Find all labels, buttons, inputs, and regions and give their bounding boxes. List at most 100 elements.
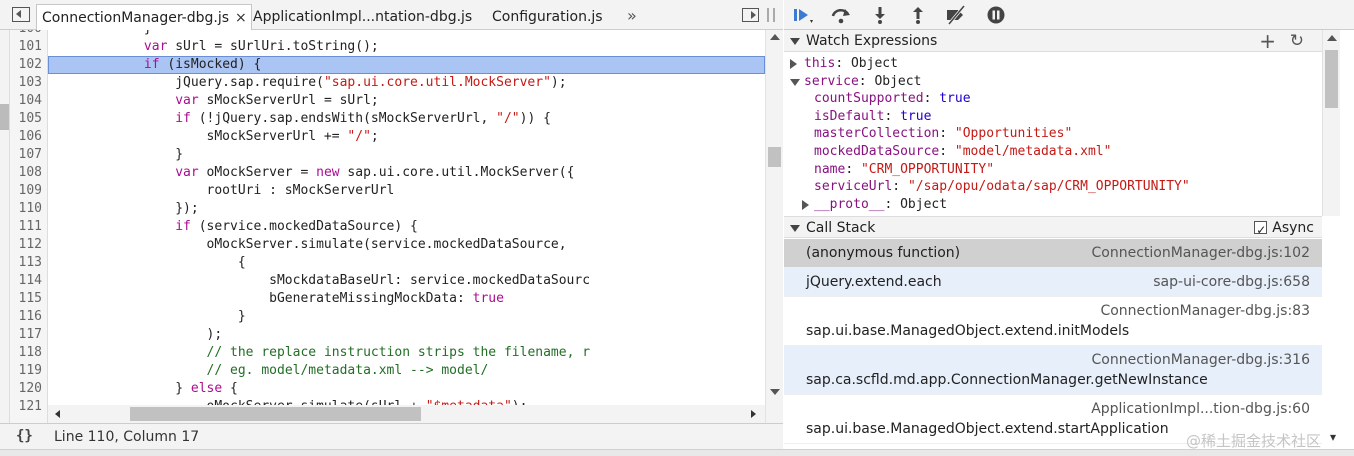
expand-triangle-icon[interactable] [802,199,809,210]
tab-connection-manager[interactable]: ConnectionManager-dbg.js × [36,4,252,30]
code-text: var oMockServer = new sap.ui.core.util.M… [175,165,575,180]
call-frame-location[interactable]: ApplicationImpl...tion-dbg.js:60 [1091,401,1310,417]
scroll-up-icon[interactable] [1327,35,1337,41]
resume-button[interactable] [790,5,814,25]
line-number[interactable]: 104 [10,92,42,110]
watch-expressions-header[interactable]: Watch Expressions + ↻ [784,30,1322,52]
call-frame-name: sap.ui.base.ManagedObject.extend.initMod… [806,323,1130,339]
line-number[interactable]: 121 [10,398,42,416]
line-number[interactable]: 119 [10,362,42,380]
property-name: service [804,73,859,89]
scroll-up-icon[interactable] [770,34,780,40]
code-text: } else { [50,381,238,396]
line-number[interactable]: 117 [10,326,42,344]
collapse-triangle-icon[interactable] [790,78,800,86]
scroll-down-icon[interactable] [770,389,780,395]
code-line: 103 jQuery.sap.require("sap.ui.core.util… [0,74,765,92]
scroll-thumb[interactable] [1325,50,1338,108]
step-into-button[interactable] [868,5,892,25]
line-number[interactable]: 100 [10,30,42,38]
call-frame-name: (anonymous function) [806,245,961,261]
toggle-navigator-icon[interactable] [12,7,30,22]
editor-status-bar: {} Line 110, Column 17 [0,423,783,449]
call-frame[interactable]: ConnectionManager-dbg.js:316 sap.ca.scfld… [784,346,1322,395]
watch-property-row[interactable]: __proto__: Object [802,196,947,214]
pause-on-exceptions-button[interactable] [984,5,1008,25]
code-line: 108 var oMockServer = new sap.ui.core.ut… [0,164,765,182]
code-text: }); [50,201,199,216]
refresh-watch-icon[interactable]: ↻ [1290,30,1304,52]
line-number[interactable]: 105 [10,110,42,128]
line-number[interactable]: 116 [10,308,42,326]
add-watch-icon[interactable]: + [1259,30,1276,52]
code-line: 116 } [0,308,765,326]
line-number[interactable]: 101 [10,38,42,56]
line-number[interactable]: 120 [10,380,42,398]
watch-property-row[interactable]: serviceUrl: "/sap/opu/odata/sap/CRM_OPPO… [814,178,1190,196]
line-number[interactable]: 118 [10,344,42,362]
line-number[interactable]: 111 [10,218,42,236]
call-frame-location[interactable]: ConnectionManager-dbg.js:83 [1100,303,1310,319]
toggle-debugger-pane-icon[interactable] [742,8,759,22]
code-text: } [50,309,246,324]
async-checkbox[interactable] [1254,219,1268,241]
code-line: 101 var sUrl = sUrlUri.toString(); [0,38,765,56]
watch-property-row[interactable]: this: Object [790,55,898,73]
line-number[interactable]: 114 [10,272,42,290]
call-frame[interactable]: sap-ui-core-dbg.js:658 jQuery.extend.each [784,268,1322,297]
watch-property-row[interactable]: countSupported: true [814,90,971,108]
code-line: 106 sMockServerUrl += "/"; [0,128,765,146]
scroll-right-icon[interactable] [751,410,756,418]
watch-property-row[interactable]: name: "CRM_OPPORTUNITY" [814,161,994,179]
code-line: 100 } [0,30,765,38]
tab-application-impl[interactable]: ApplicationImpl...ntation-dbg.js [253,4,472,30]
scroll-thumb[interactable] [130,407,421,421]
line-number[interactable]: 113 [10,254,42,272]
call-stack-header[interactable]: Call Stack Async [784,216,1322,241]
scroll-left-icon[interactable] [55,410,60,418]
scroll-thumb[interactable] [768,147,781,167]
more-tabs-icon[interactable]: » [627,4,637,30]
watch-vertical-scrollbar[interactable] [1322,30,1340,216]
close-tab-icon[interactable]: × [235,10,247,26]
call-frame[interactable]: ConnectionManager-dbg.js:102 (anonymous f… [784,239,1322,268]
tab-configuration[interactable]: Configuration.js [492,4,603,30]
call-frame-location[interactable]: ConnectionManager-dbg.js:316 [1092,352,1310,368]
section-title: Call Stack [806,220,876,236]
line-number[interactable]: 107 [10,146,42,164]
tab-label: ApplicationImpl...ntation-dbg.js [253,9,473,25]
line-number[interactable]: 115 [10,290,42,308]
watch-property-row[interactable]: isDefault: true [814,108,931,126]
property-value: Object [874,73,922,89]
pane-resize-grip-icon[interactable] [767,8,775,22]
line-number[interactable]: 106 [10,128,42,146]
watch-property-row[interactable]: masterCollection: "Opportunities" [814,125,1072,143]
step-over-button[interactable] [829,5,853,25]
deactivate-breakpoints-button[interactable] [944,5,968,25]
step-over-icon [831,8,850,24]
call-frame-location[interactable]: ConnectionManager-dbg.js:102 [1092,245,1310,261]
editor-horizontal-scrollbar[interactable] [48,405,765,423]
section-title: Watch Expressions [806,33,938,49]
editor-vertical-scrollbar[interactable] [765,30,783,423]
code-area[interactable]: 100 }101 var sUrl = sUrlUri.toString();1… [0,30,783,423]
line-number[interactable]: 103 [10,74,42,92]
code-line: 115 bGenerateMissingMockData: true [0,290,765,308]
async-toggle[interactable]: Async [1254,217,1314,241]
pretty-print-button[interactable]: {} [16,428,33,444]
expand-triangle-icon[interactable] [790,59,797,69]
call-frame-location[interactable]: sap-ui-core-dbg.js:658 [1153,274,1310,290]
line-number[interactable]: 110 [10,200,42,218]
watch-property-row[interactable]: mockedDataSource: "model/metadata.xml" [814,143,1111,161]
line-number[interactable]: 102 [10,56,42,74]
line-number[interactable]: 108 [10,164,42,182]
right-gutter: ▾ [1322,216,1354,449]
property-value: true [939,91,971,107]
call-frame[interactable]: ConnectionManager-dbg.js:83 sap.ui.base.M… [784,297,1322,346]
step-out-button[interactable] [906,5,930,25]
code-text: if (!jQuery.sap.endsWith(sMockServerUrl,… [175,111,551,126]
separator: : [835,56,851,71]
line-number[interactable]: 112 [10,236,42,254]
line-number[interactable]: 109 [10,182,42,200]
watch-property-row[interactable]: service: Object [790,73,922,91]
